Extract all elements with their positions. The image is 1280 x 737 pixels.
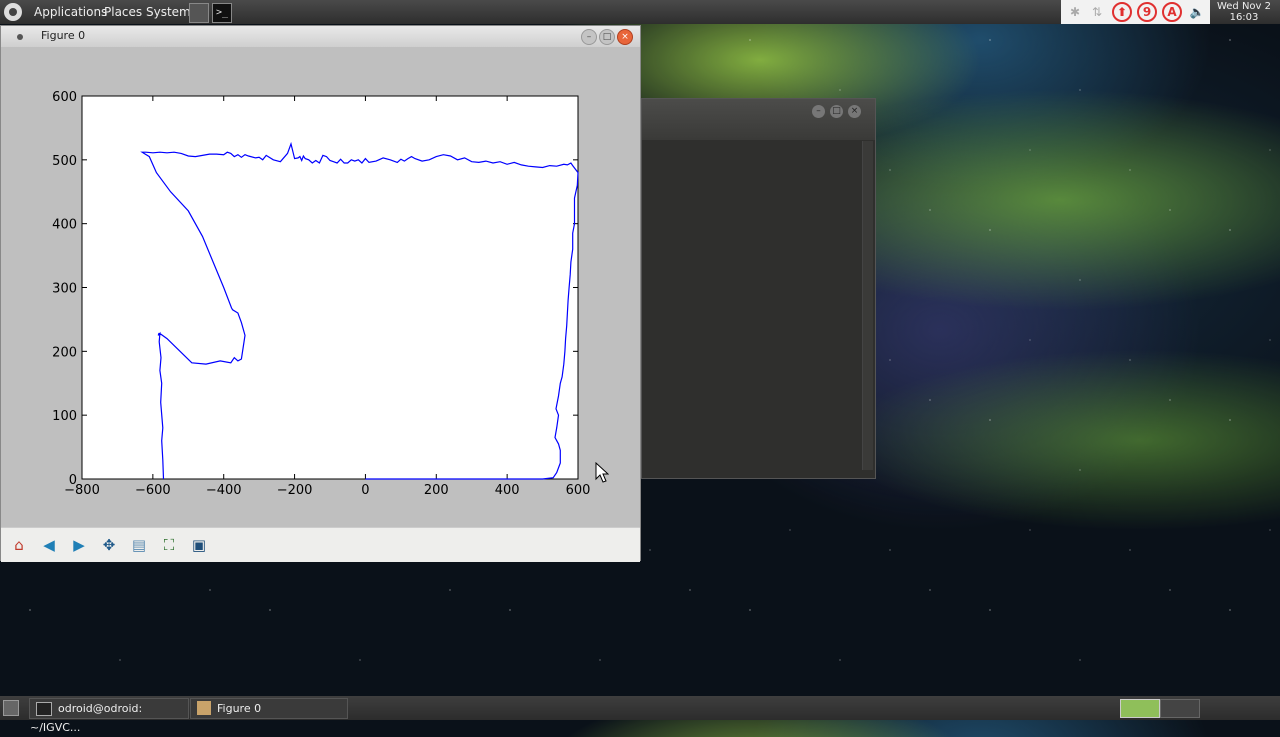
close-icon[interactable]: × [848, 105, 861, 118]
minimize-icon[interactable]: – [812, 105, 825, 118]
terminal-icon [36, 702, 52, 716]
menu-places[interactable]: Places [104, 5, 142, 19]
save-icon[interactable]: ▣ [187, 533, 211, 557]
close-icon[interactable]: × [617, 29, 633, 45]
x-tick-label: 0 [361, 483, 369, 498]
figure-icon [197, 701, 211, 715]
navigation-toolbar: ⌂ ◀ ▶ ✥ ▤ ⛶ ▣ [1, 527, 640, 562]
y-tick-label: 400 [52, 218, 77, 233]
taskbar-figure-label: Figure 0 [217, 702, 262, 715]
x-tick-label: 600 [566, 483, 591, 498]
y-tick-label: 0 [69, 473, 77, 488]
clock-date: Wed Nov 2 [1216, 1, 1272, 12]
figure-titlebar[interactable]: Figure 0 – □ × [1, 26, 640, 47]
system-monitor-launcher-icon[interactable] [189, 3, 209, 23]
x-tick-label: 400 [495, 483, 520, 498]
y-tick-label: 300 [52, 282, 77, 297]
volume-icon[interactable]: 🔈 [1187, 2, 1207, 22]
y-tick-label: 600 [52, 90, 77, 105]
figure-window[interactable]: Figure 0 – □ × −800 −600 −400 −200 0 200 400 60… [0, 25, 641, 562]
top-panel: Applications Places System >_ ✱ ⇅ ⬆ 9 A … [0, 0, 1280, 24]
x-tick-label: −600 [135, 483, 171, 498]
clock[interactable]: Wed Nov 2 16:03 [1211, 1, 1277, 23]
system-tray: ✱ ⇅ ⬆ 9 A 🔈 [1061, 0, 1210, 24]
mouse-cursor-icon [595, 462, 609, 483]
subplots-icon[interactable]: ▤ [127, 533, 151, 557]
x-tick-label: −200 [277, 483, 313, 498]
terminal-launcher-icon[interactable]: >_ [212, 3, 232, 23]
terminal-window[interactable]: – □ × [641, 98, 876, 479]
figure-title: Figure 0 [41, 29, 86, 42]
maximize-icon[interactable]: □ [830, 105, 843, 118]
a-icon[interactable]: A [1162, 2, 1182, 22]
bottom-panel: odroid@odroid: ~/IGVC... Figure 0 [0, 696, 1280, 734]
minimize-icon[interactable]: – [581, 29, 597, 45]
window-menu-icon[interactable] [17, 34, 23, 40]
y-tick-label: 200 [52, 345, 77, 360]
y-tick-label: 500 [52, 154, 77, 169]
pan-icon[interactable]: ✥ [97, 533, 121, 557]
x-tick-label: −400 [206, 483, 242, 498]
ubuntu-logo-icon[interactable] [4, 3, 22, 21]
show-desktop-icon[interactable] [3, 700, 19, 716]
workspace-1[interactable] [1120, 699, 1160, 718]
x-tick-label: 200 [424, 483, 449, 498]
back-icon[interactable]: ◀ [37, 533, 61, 557]
plot-axes [81, 95, 579, 480]
zoom-icon[interactable]: ⛶ [157, 533, 181, 557]
forward-icon[interactable]: ▶ [67, 533, 91, 557]
bluetooth-icon[interactable]: ✱ [1065, 2, 1085, 22]
terminal-titlebar[interactable]: – □ × [642, 99, 875, 140]
terminal-scrollbar[interactable] [862, 141, 873, 470]
update-icon[interactable]: ⬆ [1112, 2, 1132, 22]
taskbar-figure[interactable]: Figure 0 [190, 698, 348, 719]
nine-icon[interactable]: 9 [1137, 2, 1157, 22]
clock-time: 16:03 [1229, 12, 1259, 23]
y-tick-label: 100 [52, 409, 77, 424]
network-icon[interactable]: ⇅ [1087, 2, 1107, 22]
menu-system[interactable]: System [146, 5, 191, 19]
menu-applications[interactable]: Applications [34, 5, 107, 19]
workspace-2[interactable] [1160, 699, 1200, 718]
home-icon[interactable]: ⌂ [7, 533, 31, 557]
plot-canvas[interactable]: −800 −600 −400 −200 0 200 400 60001002003004005… [1, 47, 640, 527]
maximize-icon[interactable]: □ [599, 29, 615, 45]
taskbar-terminal[interactable]: odroid@odroid: ~/IGVC... [29, 698, 189, 734]
